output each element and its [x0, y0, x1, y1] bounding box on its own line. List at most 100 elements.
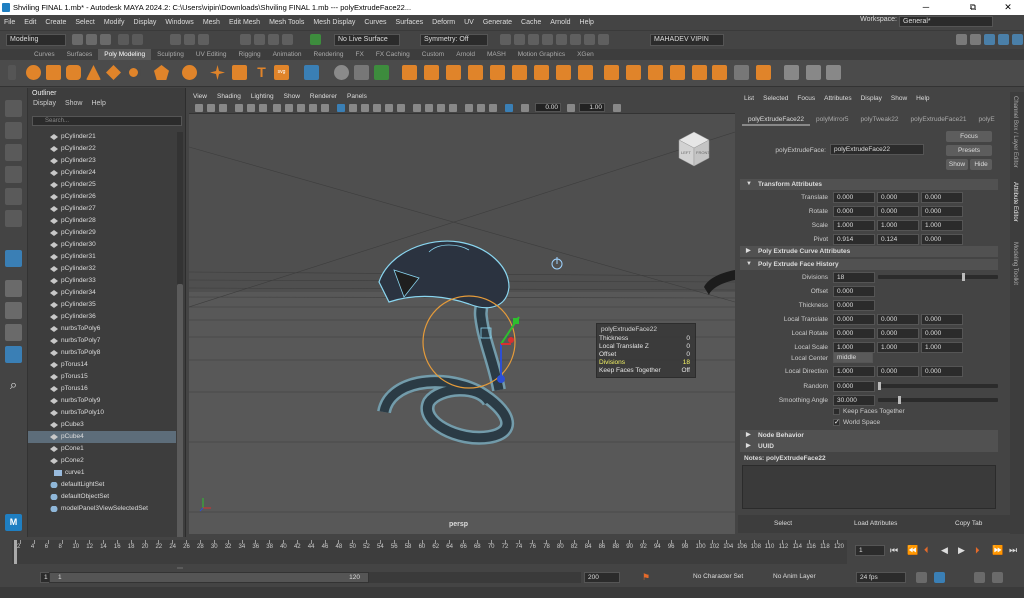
poke-icon[interactable] [670, 65, 685, 80]
ae-tab-polyextrudeface21[interactable]: polyExtrudeFace21 [904, 114, 972, 126]
outliner-item[interactable]: nurbsToPoly8 [28, 347, 176, 359]
side-by-side-layout-icon[interactable] [5, 324, 22, 341]
planar-mapping-icon[interactable] [826, 65, 841, 80]
smoothing-angle-slider[interactable] [878, 396, 998, 404]
scale-tool-icon[interactable] [5, 210, 22, 227]
maximize-button[interactable]: ⧉ [961, 0, 985, 15]
menu-deform[interactable]: Deform [432, 19, 455, 26]
extrude-icon[interactable] [402, 65, 417, 80]
viewport-menu-renderer[interactable]: Renderer [310, 92, 337, 102]
live-surface-icon[interactable] [310, 34, 321, 45]
shelf-tab-sculpting[interactable]: Sculpting [151, 49, 190, 60]
local-rotate-z-field[interactable]: 0.000 [921, 328, 963, 339]
presets-button[interactable]: Presets [946, 145, 992, 156]
hud-row-keep-faces-together[interactable]: Keep Faces Together Off [599, 367, 693, 375]
single-perspective-layout-icon[interactable] [5, 250, 22, 267]
bookmark-icon[interactable] [219, 104, 227, 112]
wireframe-icon[interactable] [337, 104, 345, 112]
move-tool-icon[interactable] [5, 166, 22, 183]
resolution-gate-icon[interactable] [297, 104, 305, 112]
local-translate-x-field[interactable]: 0.000 [833, 314, 875, 325]
select-tool-icon[interactable] [5, 100, 22, 117]
shelf-options-icon[interactable] [8, 65, 16, 80]
bridge-icon[interactable] [424, 65, 439, 80]
outliner-item[interactable]: pCube4 [28, 431, 176, 443]
hud-row-offset[interactable]: Offset 0 [599, 351, 693, 359]
local-translate-z-field[interactable]: 0.000 [921, 314, 963, 325]
outliner-item[interactable]: nurbsToPoly6 [28, 323, 176, 335]
menu-modify[interactable]: Modify [104, 19, 125, 26]
xray-joints-icon[interactable] [489, 104, 497, 112]
svg-icon[interactable]: svg [274, 65, 289, 80]
keep-faces-together-checkbox[interactable] [833, 408, 840, 415]
field-chart-icon[interactable] [321, 104, 329, 112]
outliner-search-input[interactable]: Search... [32, 116, 182, 126]
ipr-icon[interactable] [542, 34, 553, 45]
go-to-start-icon[interactable]: ⏮ [890, 545, 898, 556]
auto-key-icon[interactable]: ⚑ [642, 572, 650, 583]
menu-surfaces[interactable]: Surfaces [396, 19, 424, 26]
shelf-tab-motion-graphics[interactable]: Motion Graphics [512, 49, 571, 60]
render-settings-icon[interactable] [556, 34, 567, 45]
motion-blur-icon[interactable] [425, 104, 433, 112]
uuid-section[interactable]: ▶ UUID [740, 441, 998, 452]
two-view-layout-icon[interactable] [5, 302, 22, 319]
stop-render-icon[interactable] [598, 34, 609, 45]
offset-edge-loop-icon[interactable] [626, 65, 641, 80]
poly-torus-icon[interactable] [126, 65, 141, 80]
film-gate-icon[interactable] [285, 104, 293, 112]
menu-uv[interactable]: UV [464, 19, 474, 26]
outliner-item[interactable]: pCylinder31 [28, 251, 176, 263]
ae-menu-attributes[interactable]: Attributes [824, 92, 851, 106]
anim-prefs-icon[interactable] [934, 572, 945, 583]
merge-icon[interactable] [354, 65, 369, 80]
outliner-item[interactable]: defaultLightSet [28, 479, 176, 491]
new-scene-icon[interactable] [72, 34, 83, 45]
hide-button[interactable]: Hide [970, 159, 992, 170]
depth-of-field-icon[interactable] [449, 104, 457, 112]
outliner-item[interactable]: pCylinder23 [28, 155, 176, 167]
render-icon[interactable] [528, 34, 539, 45]
exposure-icon[interactable] [521, 104, 529, 112]
ae-menu-focus[interactable]: Focus [797, 92, 815, 106]
super-shape-icon[interactable] [182, 65, 197, 80]
viewport-menu-view[interactable]: View [193, 92, 207, 102]
xray-active-components-icon[interactable] [505, 104, 513, 112]
select-button[interactable]: Select [774, 520, 792, 527]
insert-edge-loop-icon[interactable] [604, 65, 619, 80]
ae-menu-list[interactable]: List [744, 92, 754, 106]
ae-tab-polye[interactable]: polyE [973, 114, 1001, 126]
outliner-item[interactable]: pCylinder35 [28, 299, 176, 311]
extrude-face-history-section[interactable]: ▼ Poly Extrude Face History [740, 259, 998, 270]
isolate-select-icon[interactable] [465, 104, 473, 112]
local-translate-y-field[interactable]: 0.000 [877, 314, 919, 325]
snap-plane-icon[interactable] [282, 34, 293, 45]
shelf-tab-rigging[interactable]: Rigging [233, 49, 267, 60]
thickness-field[interactable]: 0.000 [833, 300, 875, 311]
screen-space-ao-icon[interactable] [413, 104, 421, 112]
poly-cone-icon[interactable] [86, 65, 101, 80]
step-back-key-icon[interactable]: ⏪ [907, 545, 918, 556]
random-field[interactable]: 0.000 [833, 381, 875, 392]
modeling-toolkit-tab[interactable]: Modeling Toolkit [1012, 242, 1018, 285]
translate-y-field[interactable]: 0.000 [877, 192, 919, 203]
arnold-render-icon[interactable] [584, 34, 595, 45]
node-behavior-section[interactable]: ▶ Node Behavior [740, 430, 998, 441]
menu-mesh-tools[interactable]: Mesh Tools [269, 19, 304, 26]
local-direction-z-field[interactable]: 0.000 [921, 366, 963, 377]
platonic-solid-icon[interactable] [154, 65, 169, 80]
four-view-layout-icon[interactable] [5, 280, 22, 297]
load-attributes-button[interactable]: Load Attributes [854, 520, 897, 527]
menu-help[interactable]: Help [580, 19, 594, 26]
notes-area[interactable]: Notes: polyExtrudeFace22 [738, 452, 1000, 512]
menu-mesh-display[interactable]: Mesh Display [313, 19, 355, 26]
shelf-tab-fx-caching[interactable]: FX Caching [370, 49, 416, 60]
current-time-indicator[interactable] [14, 540, 17, 564]
menu-file[interactable]: File [4, 19, 15, 26]
grease-pencil-icon[interactable] [259, 104, 267, 112]
world-space-checkbox[interactable]: ✓ [833, 419, 840, 426]
shelf-tab-arnold[interactable]: Arnold [450, 49, 481, 60]
color-management-icon[interactable] [613, 104, 621, 112]
select-camera-icon[interactable] [195, 104, 203, 112]
hypershade-icon[interactable] [570, 34, 581, 45]
